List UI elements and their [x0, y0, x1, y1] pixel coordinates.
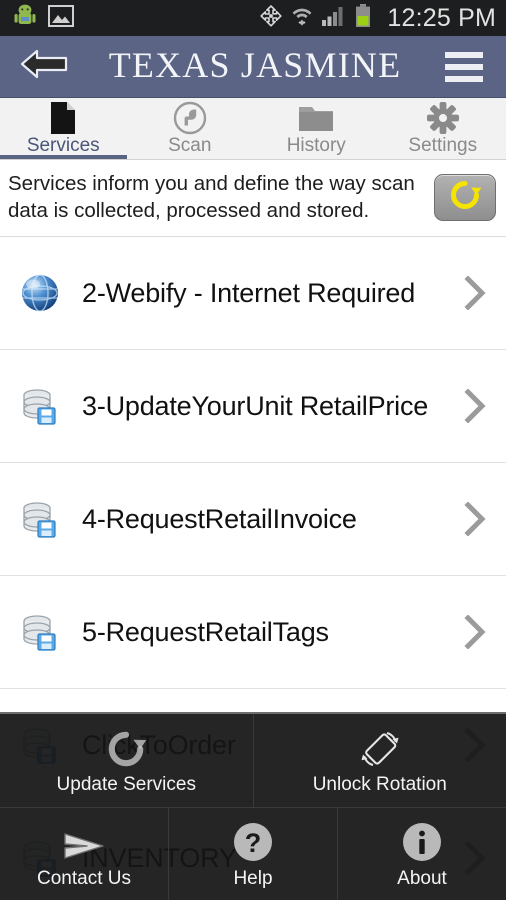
- menu-item-about-label: About: [397, 867, 447, 889]
- chevron-right-icon: [458, 276, 492, 311]
- screen-rotation-icon: [359, 724, 401, 770]
- hamburger-bar-3: [445, 75, 483, 82]
- menu-item-unlock-rotation[interactable]: Unlock Rotation: [254, 714, 506, 807]
- database-save-icon: [12, 610, 68, 654]
- info-icon: [400, 818, 444, 864]
- menu-item-unlock-rotation-label: Unlock Rotation: [312, 774, 447, 796]
- list-item[interactable]: 3-UpdateYourUnit RetailPrice: [0, 349, 506, 462]
- svg-text:?: ?: [245, 828, 262, 858]
- status-bar-indicators: 12:25 PM: [260, 3, 496, 33]
- status-bar-clock: 12:25 PM: [387, 3, 496, 32]
- status-bar-notifications: [14, 4, 74, 33]
- refresh-icon: [448, 178, 482, 217]
- tab-scan[interactable]: Scan: [127, 98, 254, 159]
- menu-item-update-services[interactable]: Update Services: [0, 714, 254, 807]
- menu-item-update-services-label: Update Services: [56, 774, 196, 796]
- tab-bar: Services Scan History Settings: [0, 98, 506, 160]
- tab-services-label: Services: [26, 135, 100, 156]
- app-window: 12:25 PM TEXAS JASMINE Services Scan His…: [0, 0, 506, 900]
- wifi-icon: [291, 5, 313, 32]
- list-item[interactable]: 4-RequestRetailInvoice: [0, 462, 506, 575]
- image-icon: [48, 4, 74, 32]
- tab-settings[interactable]: Settings: [380, 98, 506, 159]
- list-item-label: 5-RequestRetailTags: [82, 616, 329, 647]
- hamburger-menu-button[interactable]: [438, 51, 490, 82]
- list-item[interactable]: 5-RequestRetailTags: [0, 575, 506, 688]
- list-item-label: 2-Webify - Internet Required: [82, 277, 416, 308]
- question-mark-icon: ?: [231, 818, 275, 864]
- gear-icon: [426, 102, 460, 134]
- chevron-right-icon: [458, 615, 492, 650]
- document-icon: [48, 102, 78, 134]
- list-item-label: 4-RequestRetailInvoice: [82, 503, 357, 534]
- tab-history[interactable]: History: [253, 98, 380, 159]
- info-banner: Services inform you and define the way s…: [0, 160, 506, 237]
- tab-services[interactable]: Services: [0, 98, 127, 159]
- back-arrow-icon: [18, 47, 70, 86]
- barcode-scanner-icon: [173, 101, 207, 135]
- hamburger-menu-icon: [445, 51, 483, 58]
- chevron-right-icon: [458, 389, 492, 424]
- database-save-icon: [12, 384, 68, 428]
- folder-icon: [298, 102, 334, 134]
- battery-icon: [355, 3, 371, 33]
- list-item-label: 3-UpdateYourUnit RetailPrice: [82, 390, 429, 421]
- info-banner-text: Services inform you and define the way s…: [8, 172, 415, 223]
- send-icon: [61, 818, 107, 864]
- menu-item-help[interactable]: ? Help: [169, 807, 338, 900]
- hamburger-bar-2: [445, 63, 483, 70]
- database-save-icon: [12, 497, 68, 541]
- menu-item-contact-us[interactable]: Contact Us: [0, 807, 169, 900]
- signal-bars-icon: [322, 5, 346, 32]
- tab-settings-label: Settings: [408, 135, 478, 156]
- menu-item-about[interactable]: About: [338, 808, 506, 900]
- menu-item-contact-us-label: Contact Us: [37, 867, 131, 889]
- android-robot-icon: [14, 4, 36, 33]
- tab-scan-label: Scan: [168, 135, 212, 156]
- app-title-bar: TEXAS JASMINE: [0, 36, 506, 98]
- refresh-button[interactable]: [434, 173, 496, 221]
- tab-history-label: History: [286, 135, 346, 156]
- options-menu-row-2: Contact Us ? Help About: [0, 807, 506, 900]
- gps-crosshair-icon: [260, 4, 282, 32]
- options-menu-overlay: Update Services Unlock Rotation Contact …: [0, 712, 506, 900]
- list-item[interactable]: 2-Webify - Internet Required: [0, 236, 506, 349]
- options-menu-row-1: Update Services Unlock Rotation: [0, 714, 506, 808]
- refresh-icon: [105, 724, 147, 770]
- android-status-bar: 12:25 PM: [0, 0, 506, 36]
- globe-icon: [12, 271, 68, 315]
- page-title: TEXAS JASMINE: [108, 45, 402, 85]
- menu-item-help-label: Help: [233, 867, 273, 889]
- chevron-right-icon: [458, 502, 492, 537]
- back-button[interactable]: [16, 47, 72, 86]
